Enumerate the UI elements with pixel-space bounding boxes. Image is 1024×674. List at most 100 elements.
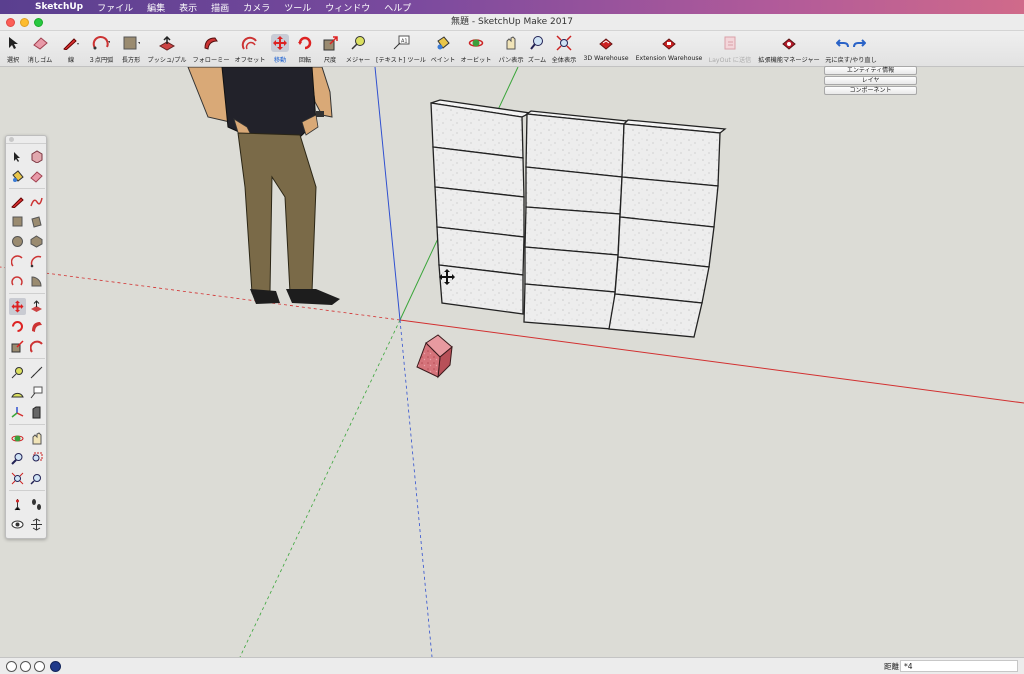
menu-help[interactable]: ヘルプ	[377, 1, 418, 14]
tool-zoom-extents[interactable]: 全体表示	[550, 33, 578, 65]
palette-paint[interactable]	[9, 168, 26, 185]
red-axis	[399, 319, 1024, 404]
tool-paint-bucket[interactable]: ペイント	[430, 33, 456, 65]
palette-orbit[interactable]	[9, 430, 26, 447]
scene-canvas[interactable]	[0, 67, 1024, 657]
extension-manager-icon	[780, 34, 798, 52]
menu-edit[interactable]: 編集	[140, 1, 172, 14]
menu-app-name[interactable]: SketchUp	[28, 2, 90, 12]
palette-look-around[interactable]	[9, 516, 26, 533]
palette-close-button[interactable]	[9, 137, 14, 142]
tool-pan[interactable]: パン表示	[497, 33, 525, 65]
palette-tape-measure[interactable]	[9, 364, 26, 381]
palette-pan[interactable]	[28, 430, 45, 447]
menu-tools[interactable]: ツール	[277, 1, 318, 14]
tool-arc[interactable]: ３点円弧	[86, 33, 116, 65]
tool-label: オフセット	[234, 57, 266, 64]
credits-icon[interactable]	[20, 661, 31, 672]
components-button[interactable]: コンポーネント	[824, 86, 917, 95]
palette-position-camera[interactable]	[9, 496, 26, 513]
undo-redo-icon	[836, 34, 866, 52]
tool-label: 尺度	[323, 57, 337, 64]
tool-select[interactable]: 選択	[4, 33, 22, 65]
tool-extension-warehouse[interactable]: Extension Warehouse	[634, 33, 704, 65]
palette-circle[interactable]	[9, 233, 26, 250]
palette-2pt-arc[interactable]	[28, 253, 45, 270]
tool-eraser[interactable]: 消しゴム	[26, 33, 54, 65]
tool-label: 長方形	[121, 57, 141, 64]
model-viewport[interactable]	[0, 67, 1024, 657]
tool-tape-measure[interactable]: メジャー	[344, 33, 372, 65]
palette-push-pull[interactable]	[28, 298, 45, 315]
tool-extension-manager[interactable]: 拡張機能マネージャー	[757, 33, 821, 65]
layers-button[interactable]: レイヤ	[824, 76, 917, 85]
pie-icon	[31, 276, 42, 287]
tool-undo-redo[interactable]: 元に戻す/やり直し	[824, 33, 878, 65]
palette-rectangle[interactable]	[9, 213, 26, 230]
palette-select[interactable]	[9, 148, 26, 165]
menu-window[interactable]: ウィンドウ	[318, 1, 377, 14]
palette-dimension[interactable]	[28, 364, 45, 381]
menu-file[interactable]: ファイル	[90, 1, 140, 14]
brick-component[interactable]	[416, 334, 453, 379]
palette-zoom[interactable]	[9, 450, 26, 467]
tool-follow-me[interactable]: フォローミー	[192, 33, 230, 65]
menu-view[interactable]: 表示	[172, 1, 204, 14]
menu-camera[interactable]: カメラ	[236, 1, 277, 14]
tool-line[interactable]: 線	[58, 33, 84, 65]
minimize-window-button[interactable]	[20, 18, 29, 27]
zoom-extents-icon	[555, 34, 573, 52]
palette-pie[interactable]	[28, 273, 45, 290]
palette-follow-me[interactable]	[28, 318, 45, 335]
geo-location-icon[interactable]	[6, 661, 17, 672]
follow-me-icon	[32, 322, 42, 332]
palette-eraser[interactable]	[28, 168, 45, 185]
palette-rotated-rectangle[interactable]	[28, 213, 45, 230]
palette-freehand[interactable]	[28, 193, 45, 210]
palette-move[interactable]	[9, 298, 26, 315]
tool-zoom[interactable]: ズーム	[527, 33, 547, 65]
tool-send-to-layout[interactable]: LayOut に送信	[708, 33, 752, 65]
palette-zoom-extents[interactable]	[9, 470, 26, 487]
palette-3d-text[interactable]	[28, 404, 45, 421]
tool-move[interactable]: 移動	[269, 33, 291, 65]
stone-wall[interactable]	[430, 99, 727, 338]
palette-previous-view[interactable]	[28, 470, 45, 487]
palette-scale[interactable]	[9, 338, 26, 355]
tool-rectangle[interactable]: 長方形	[118, 33, 144, 65]
scale-figure[interactable]	[187, 67, 340, 305]
palette-line[interactable]	[9, 193, 26, 210]
palette-polygon[interactable]	[28, 233, 45, 250]
palette-header[interactable]	[6, 136, 46, 144]
zoom-window-button[interactable]	[34, 18, 43, 27]
tool-orbit[interactable]: オービット	[459, 33, 493, 65]
palette-make-component[interactable]	[28, 148, 45, 165]
tool-offset[interactable]: オフセット	[232, 33, 268, 65]
palette-arc[interactable]	[9, 253, 26, 270]
menu-draw[interactable]: 描画	[204, 1, 236, 14]
measurement-box[interactable]: *4	[900, 660, 1018, 672]
palette-axes[interactable]	[9, 404, 26, 421]
close-window-button[interactable]	[6, 18, 15, 27]
tool-rotate[interactable]: 回転	[295, 33, 315, 65]
palette-offset[interactable]	[28, 338, 45, 355]
entity-info-button[interactable]: エンティティ情報	[824, 66, 917, 75]
palette-text[interactable]	[28, 384, 45, 401]
palette-walk[interactable]	[28, 496, 45, 513]
palette-rotate[interactable]	[9, 318, 26, 335]
tool-scale[interactable]: 尺度	[319, 33, 341, 65]
tool-text[interactable]: A1 [テキスト] ツール	[375, 33, 427, 65]
palette-section-plane[interactable]	[28, 516, 45, 533]
instructor-icon[interactable]	[50, 661, 61, 672]
tool-push-pull[interactable]: プッシュ/プル	[146, 33, 188, 65]
stone-column-2[interactable]	[523, 110, 629, 330]
palette-3pt-arc[interactable]	[9, 273, 26, 290]
palette-protractor[interactable]	[9, 384, 26, 401]
stone-column-3[interactable]	[608, 119, 727, 338]
tool-label: LayOut に送信	[708, 57, 752, 64]
palette-zoom-window[interactable]	[28, 450, 45, 467]
user-account-icon[interactable]	[34, 661, 45, 672]
tool-label: 選択	[6, 57, 20, 64]
stone-column-1[interactable]	[430, 99, 533, 315]
tool-3d-warehouse[interactable]: 3D Warehouse	[582, 33, 630, 65]
